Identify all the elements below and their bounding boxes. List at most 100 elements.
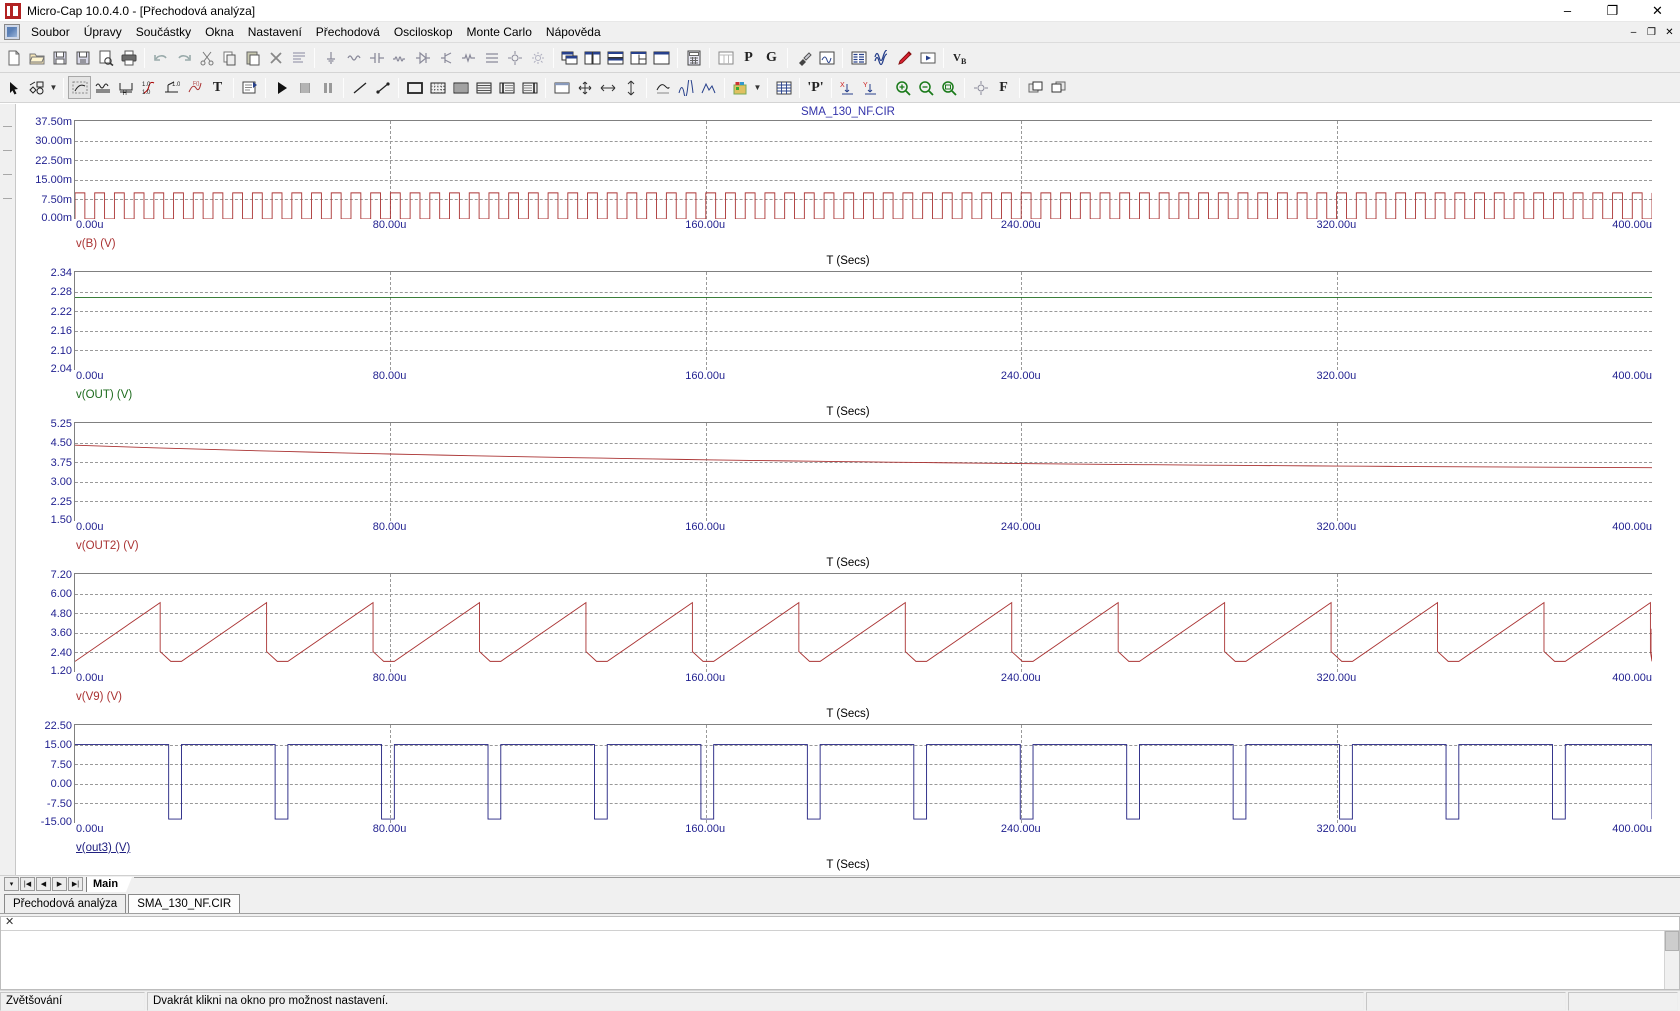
panel-vout2[interactable]: 5.25 4.50 3.75 3.00 2.25 1.50 0.00u 80.0… [16,418,1680,573]
diode-component-icon[interactable] [411,46,434,69]
menu-monte-carlo[interactable]: Monte Carlo [460,23,539,41]
print-icon[interactable] [117,46,140,69]
sheet-prev-button[interactable]: ◀ [36,877,51,891]
menu-osciloskop[interactable]: Osciloskop [387,23,460,41]
zoom-in-icon[interactable] [891,76,914,99]
menu-nastaveni[interactable]: Nastavení [241,23,309,41]
paste-icon[interactable] [241,46,264,69]
color-palette-icon[interactable] [729,76,752,99]
pause-icon[interactable] [316,76,339,99]
shapes-dropdown-caret-icon[interactable]: ▼ [48,76,59,99]
marker-pen-icon[interactable] [893,46,916,69]
animate-icon[interactable] [916,46,939,69]
panel-vout3-graph[interactable] [74,724,1652,823]
bring-front-icon[interactable] [1024,76,1047,99]
panel-vout3[interactable]: 22.50 15.00 7.50 0.00 -7.50 -15.00 0.00u… [16,720,1680,875]
close-button[interactable]: ✕ [1635,0,1680,22]
sheet-next-button[interactable]: ▶ [52,877,67,891]
window-placement-icon[interactable] [550,76,573,99]
expand-vertical-icon[interactable] [619,76,642,99]
mdi-close-button[interactable]: ✕ [1661,24,1678,40]
normalize-icon[interactable] [651,76,674,99]
expand-all-icon[interactable] [573,76,596,99]
mdi-minimize-button[interactable]: – [1625,24,1642,40]
panel-vv9-graph[interactable] [74,573,1652,672]
open-file-icon[interactable] [25,46,48,69]
y-axis-scale-icon[interactable]: Y [859,76,882,99]
trace-label-vb[interactable]: v(B) (V) [76,238,116,250]
capacitor-component-icon[interactable] [365,46,388,69]
zoom-out-icon[interactable] [914,76,937,99]
maximize-button[interactable]: ❐ [1590,0,1635,22]
maximize-window-icon[interactable] [650,46,673,69]
peak-icon[interactable] [697,76,720,99]
plot-properties-button[interactable]: P [737,46,760,69]
quoted-p-button[interactable]: 'P' [804,76,827,99]
target-icon[interactable] [969,76,992,99]
mdi-restore-button[interactable]: ❐ [1643,24,1660,40]
tile-horizontal-icon[interactable] [604,46,627,69]
output-pane-scrollbar[interactable] [1664,931,1679,989]
menu-okna[interactable]: Okna [198,23,241,41]
draw-line-icon[interactable] [348,76,371,99]
plot-box-icon[interactable] [403,76,426,99]
plot-left-axis-icon[interactable] [495,76,518,99]
trace-label-vout[interactable]: v(OUT) (V) [76,389,132,401]
sheet-dropdown-button[interactable]: ▾ [4,877,19,891]
expand-horizontal-icon[interactable] [596,76,619,99]
plot-hlines-icon[interactable] [472,76,495,99]
plot-right-axis-icon[interactable] [518,76,541,99]
window-tab-sma-130-nf-cir[interactable]: SMA_130_NF.CIR [128,894,241,913]
probe-icon[interactable] [792,46,815,69]
tile-mixed-icon[interactable] [627,46,650,69]
send-back-icon[interactable] [1047,76,1070,99]
select-arrow-icon[interactable] [2,76,25,99]
plot-canvas[interactable]: SMA_130_NF.CIR 37.50m 30.00m 22.50m 15.0… [16,104,1680,875]
color-dropdown-caret-icon[interactable]: ▼ [752,76,763,99]
redo-icon[interactable] [172,46,195,69]
save-icon[interactable] [48,46,71,69]
print-preview-icon[interactable] [94,46,117,69]
sheet-tab-main[interactable]: Main [86,876,133,892]
trace-label-vout2[interactable]: v(OUT2) (V) [76,540,139,552]
sheet-first-button[interactable]: |◀ [20,877,35,891]
output-pane-close-icon[interactable]: ✕ [1,917,1679,930]
undo-icon[interactable] [149,46,172,69]
spreadsheet-icon[interactable] [714,46,737,69]
numeric-output-icon[interactable] [772,76,795,99]
save-all-icon[interactable] [71,46,94,69]
scale-mode-icon[interactable] [68,76,91,99]
trace-label-vout3[interactable]: v(out3) (V) [76,842,130,854]
performance-tag-icon[interactable]: 1.0 [160,76,183,99]
sheet-last-button[interactable]: ▶| [68,877,83,891]
panel-vout2-graph[interactable] [74,422,1652,521]
window-tab-prechodova-analyza[interactable]: Přechodová analýza [4,894,127,913]
formula-button[interactable]: F [992,76,1015,99]
stop-icon[interactable] [293,76,316,99]
cascade-windows-icon[interactable] [558,46,581,69]
source-component-icon[interactable] [342,46,365,69]
run-icon[interactable] [270,76,293,99]
label-tag-icon[interactable]: F() [183,76,206,99]
delete-icon[interactable] [264,46,287,69]
zoom-fit-icon[interactable] [937,76,960,99]
menu-soubor[interactable]: Soubor [24,23,77,41]
panel-vb-graph[interactable] [74,120,1652,219]
panel-vout-graph[interactable] [74,271,1652,370]
sun-marker-icon[interactable] [526,46,549,69]
transistor-component-icon[interactable] [434,46,457,69]
shapes-icon[interactable] [25,76,48,99]
panel-vv9[interactable]: 7.20 6.00 4.80 3.60 2.40 1.20 0.00u 80.0… [16,569,1680,724]
calculator-icon[interactable] [682,46,705,69]
copy-icon[interactable] [218,46,241,69]
ground-component-icon[interactable] [319,46,342,69]
menu-soucastky[interactable]: Součástky [129,23,198,41]
analysis-limits-icon[interactable] [847,46,870,69]
waveform-trace-icon[interactable] [870,46,893,69]
tile-vertical-icon[interactable] [581,46,604,69]
cursor-mode-icon[interactable] [91,76,114,99]
fft-icon[interactable] [674,76,697,99]
menu-upravy[interactable]: Úpravy [77,23,129,41]
resistor-component-icon[interactable] [457,46,480,69]
new-file-icon[interactable] [2,46,25,69]
